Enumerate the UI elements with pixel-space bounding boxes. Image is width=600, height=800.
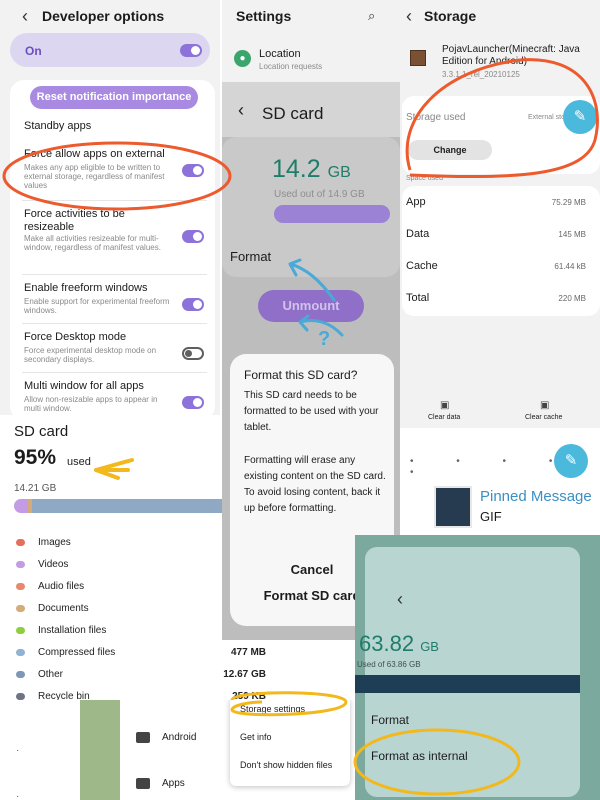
- annotation-arrow-unmount: [298, 314, 344, 337]
- annotation-circle-storage-settings: [230, 691, 348, 717]
- annotation-circle-force-external: [2, 141, 232, 211]
- annotation-circle-storage: [405, 58, 599, 179]
- annotation-overlay: [2, 58, 599, 796]
- annotation-arrow-format: [288, 258, 336, 302]
- annotation-arrow-used: [94, 458, 134, 480]
- annotation-circle-format-internal: [353, 728, 521, 796]
